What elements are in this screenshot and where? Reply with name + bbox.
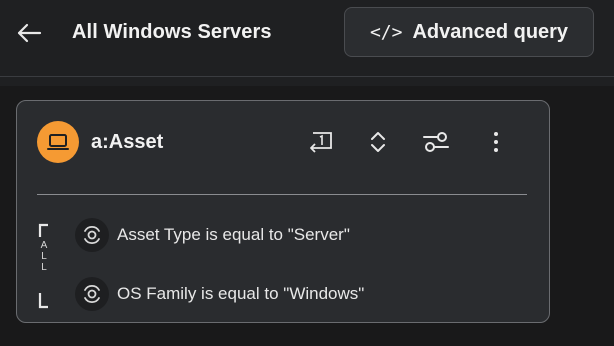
back-button[interactable] <box>14 18 44 48</box>
asset-avatar <box>37 121 79 163</box>
group-operator-all[interactable]: A L L <box>39 240 49 273</box>
target-icon <box>75 218 109 252</box>
expand-collapse-button[interactable] <box>363 127 393 157</box>
asset-label: a:Asset <box>91 131 164 153</box>
laptop-icon <box>47 134 69 150</box>
divider <box>37 194 527 195</box>
condition-row[interactable]: OS Family is equal to "Windows" <box>75 277 364 311</box>
return-one-icon <box>310 132 332 153</box>
condition-text: Asset Type is equal to "Server" <box>117 225 350 244</box>
return-one-button[interactable] <box>305 127 335 157</box>
condition-text: OS Family is equal to "Windows" <box>117 284 365 303</box>
condition-row[interactable]: Asset Type is equal to "Server" <box>75 218 350 252</box>
more-options-button[interactable] <box>481 127 511 157</box>
advanced-query-button[interactable]: </> Advanced query <box>344 7 594 57</box>
arrow-left-icon <box>17 23 42 43</box>
group-operator-letter: A <box>40 240 48 251</box>
expand-collapse-icon <box>371 132 385 152</box>
settings-sliders-icon <box>423 132 449 152</box>
settings-sliders-button[interactable] <box>421 127 451 157</box>
page-title: All Windows Servers <box>72 21 272 43</box>
group-operator-letter: L <box>41 262 47 273</box>
code-icon: </> <box>369 21 403 43</box>
group-operator-letter: L <box>41 251 47 262</box>
asset-node-card[interactable]: a:Asset A L L Asset Type is equal to "Se… <box>16 100 550 323</box>
more-vertical-icon <box>494 132 498 152</box>
advanced-query-label: Advanced query <box>412 20 569 43</box>
top-bar: All Windows Servers </> Advanced query <box>0 0 614 77</box>
target-icon <box>75 277 109 311</box>
